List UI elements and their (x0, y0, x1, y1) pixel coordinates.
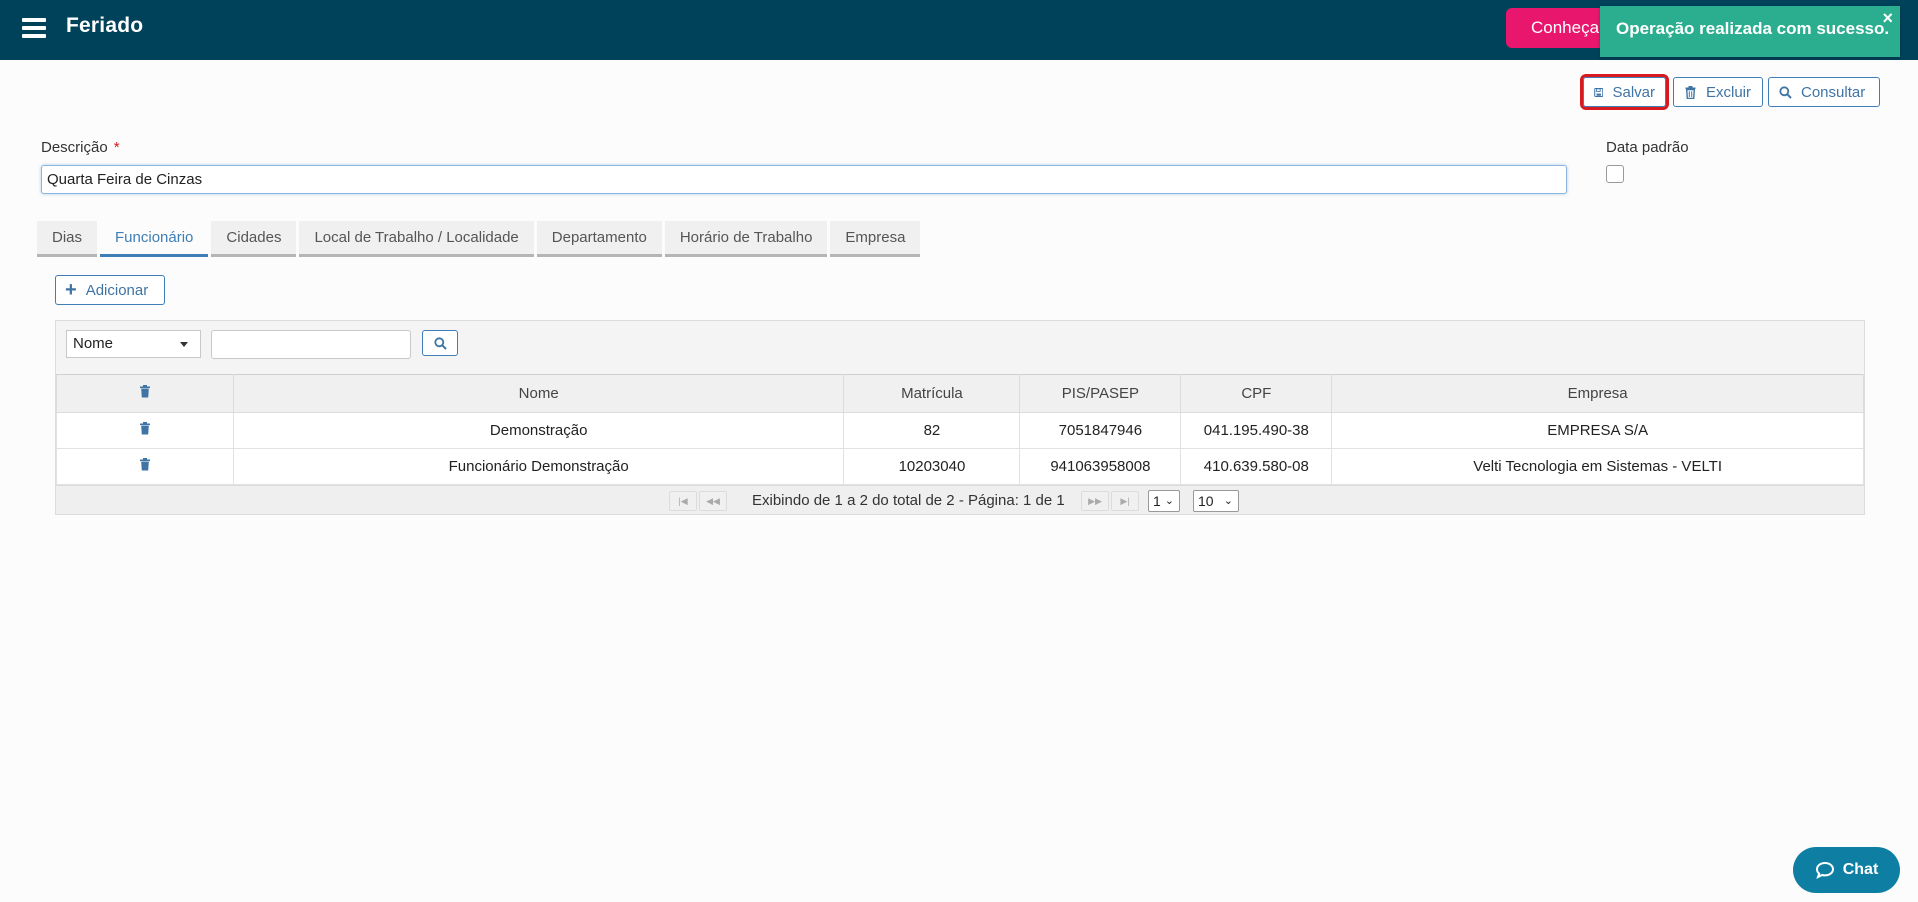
chat-label: Chat (1842, 861, 1879, 878)
query-label: Consultar (1801, 83, 1866, 101)
tab-cidades[interactable]: Cidades (211, 221, 297, 257)
cell-pis-pasep: 941063958008 (1019, 448, 1182, 485)
table-row[interactable]: Demonstração 82 7051847946 041.195.490-3… (56, 412, 1864, 449)
save-label: Salvar (1612, 83, 1655, 101)
description-input[interactable] (41, 165, 1567, 194)
default-date-label: Data padrão (1606, 139, 1689, 156)
trash-icon (139, 385, 150, 398)
pager: |◀ ◀◀ Exibindo de 1 a 2 do total de 2 - … (56, 485, 1864, 514)
add-button[interactable]: + Adicionar (55, 275, 165, 305)
cell-matricula: 10203040 (843, 448, 1021, 485)
cell-pis-pasep: 7051847946 (1019, 412, 1182, 449)
tab-departamento[interactable]: Departamento (536, 221, 662, 257)
trash-icon (1685, 85, 1696, 99)
filter-search-input[interactable] (211, 330, 411, 359)
cell-cpf: 410.639.580-08 (1180, 448, 1333, 485)
filter-search-button[interactable] (422, 330, 458, 356)
page-size-value: 10 (1198, 493, 1214, 509)
cell-cpf: 041.195.490-38 (1180, 412, 1333, 449)
chat-bubble-icon (1815, 861, 1834, 879)
tab-dias[interactable]: Dias (37, 221, 98, 257)
top-bar: Feriado Conheça Operação realizada com s… (0, 0, 1918, 60)
tab-empresa[interactable]: Empresa (830, 221, 921, 257)
success-toast: Operação realizada com sucesso. × (1600, 6, 1900, 57)
close-icon[interactable]: × (1882, 8, 1893, 29)
chevron-down-icon: ⌄ (1223, 495, 1233, 507)
header-delete-column[interactable] (56, 374, 234, 413)
tab-funcionario[interactable]: Funcionário (100, 221, 209, 257)
table-header-row: Nome Matrícula PIS/PASEP CPF Empresa (56, 374, 1864, 413)
page-select[interactable]: 1 ⌄ (1148, 490, 1180, 512)
search-icon (433, 336, 447, 350)
employee-table: Nome Matrícula PIS/PASEP CPF Empresa Dem… (56, 374, 1864, 485)
prev-page-icon[interactable]: ◀◀ (699, 491, 727, 511)
required-mark: * (113, 139, 120, 156)
cell-nome: Funcionário Demonstração (232, 448, 845, 485)
header-empresa[interactable]: Empresa (1331, 374, 1864, 413)
add-label: Adicionar (85, 281, 149, 299)
trash-icon[interactable] (139, 458, 151, 471)
default-date-checkbox[interactable] (1606, 165, 1624, 183)
header-matricula[interactable]: Matrícula (843, 374, 1021, 413)
tab-horario-de-trabalho[interactable]: Horário de Trabalho (664, 221, 828, 257)
delete-button[interactable]: Excluir (1673, 77, 1763, 107)
cell-empresa: Velti Tecnologia em Sistemas - VELTI (1331, 448, 1864, 485)
cell-empresa: EMPRESA S/A (1331, 412, 1864, 449)
page-title: Feriado (66, 14, 144, 37)
header-nome[interactable]: Nome (232, 374, 845, 413)
plus-icon: + (65, 279, 77, 301)
save-button[interactable]: Salvar (1580, 74, 1669, 110)
filter-field-select[interactable]: Nome (66, 330, 201, 358)
row-delete-cell[interactable] (56, 448, 234, 485)
pager-summary: Exibindo de 1 a 2 do total de 2 - Página… (752, 492, 1065, 509)
floppy-disk-icon (1594, 87, 1604, 97)
filter-field-value: Nome (73, 335, 114, 352)
header-pis-pasep[interactable]: PIS/PASEP (1019, 374, 1182, 413)
last-page-icon[interactable]: ▶| (1111, 491, 1139, 511)
caret-down-icon (180, 342, 188, 347)
tab-bar: Dias Funcionário Cidades Local de Trabal… (37, 221, 921, 257)
first-page-icon[interactable]: |◀ (669, 491, 697, 511)
page-select-value: 1 (1153, 493, 1161, 509)
table-row[interactable]: Funcionário Demonstração 10203040 941063… (56, 448, 1864, 485)
delete-label: Excluir (1706, 83, 1752, 101)
next-page-icon[interactable]: ▶▶ (1081, 491, 1109, 511)
row-delete-cell[interactable] (56, 412, 234, 449)
description-label-text: Descrição (41, 139, 108, 156)
header-cpf[interactable]: CPF (1180, 374, 1333, 413)
chat-button[interactable]: Chat (1793, 847, 1900, 893)
tab-local-de-trabalho[interactable]: Local de Trabalho / Localidade (299, 221, 534, 257)
description-label: Descrição * (41, 139, 120, 156)
cell-matricula: 82 (843, 412, 1021, 449)
page-size-select[interactable]: 10 ⌄ (1193, 490, 1239, 512)
menu-icon[interactable] (22, 18, 46, 38)
query-button[interactable]: Consultar (1768, 77, 1880, 107)
trash-icon[interactable] (139, 422, 151, 435)
employee-grid: Nome Nome Matrícula PIS/PASEP CPF Empres… (55, 320, 1865, 515)
chevron-down-icon: ⌄ (1164, 495, 1174, 507)
toast-message: Operação realizada com sucesso. (1616, 19, 1890, 38)
cell-nome: Demonstração (232, 412, 845, 449)
search-icon (1779, 85, 1792, 99)
